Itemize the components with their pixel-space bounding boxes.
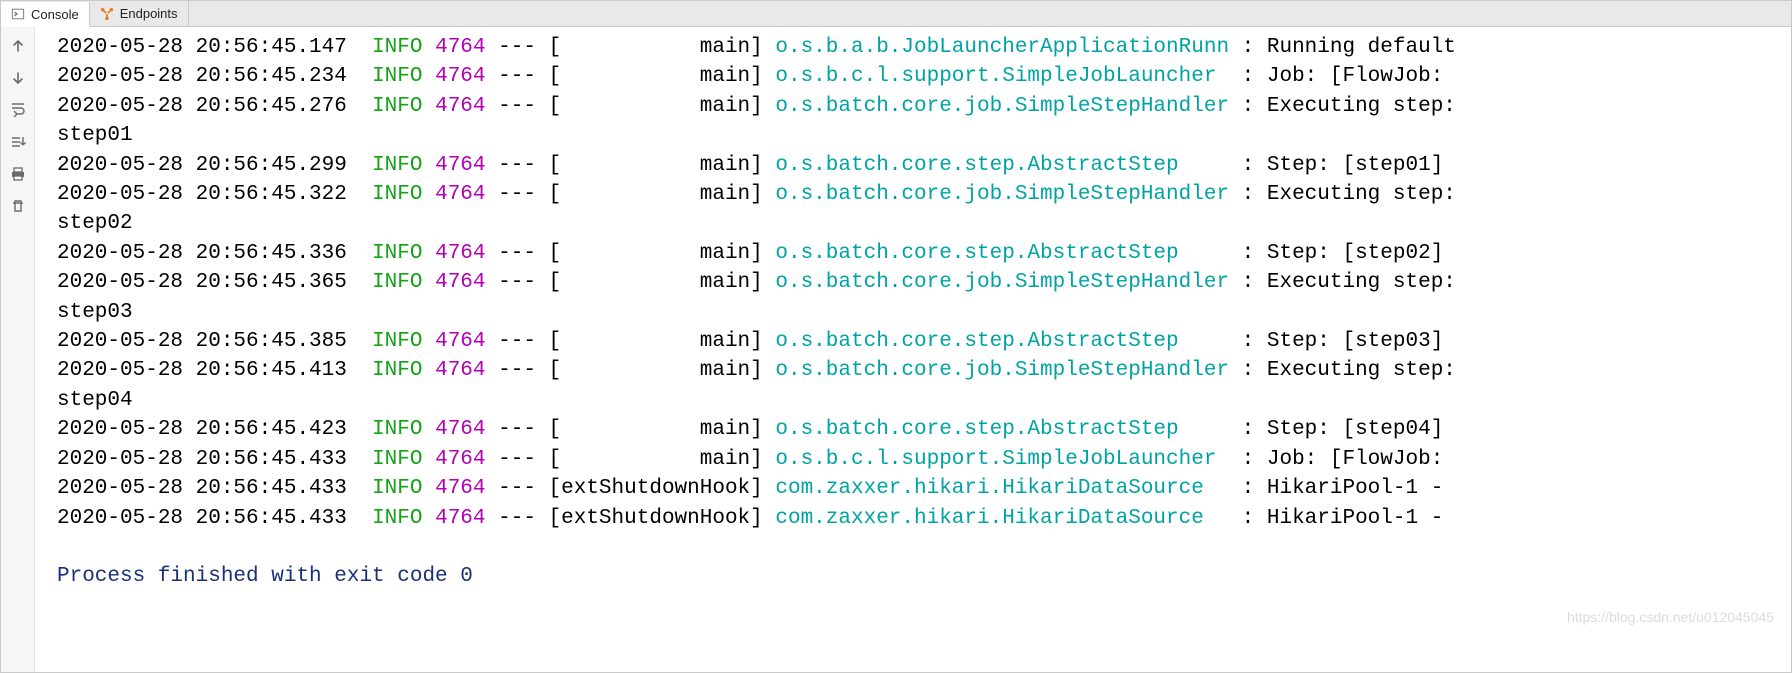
console-action-gutter [1, 27, 35, 672]
tab-console-label: Console [31, 7, 79, 22]
scroll-to-end-icon[interactable] [9, 133, 27, 151]
tab-console[interactable]: Console [1, 2, 90, 27]
scroll-up-icon[interactable] [9, 37, 27, 55]
tool-window-tabbar: Console Endpoints [1, 1, 1791, 27]
tab-endpoints[interactable]: Endpoints [90, 1, 189, 26]
tool-window-body: 2020-05-28 20:56:45.147 INFO 4764 --- [ … [1, 27, 1791, 672]
print-icon[interactable] [9, 165, 27, 183]
tab-endpoints-label: Endpoints [120, 6, 178, 21]
ide-run-tool-window: Console Endpoints [0, 0, 1792, 673]
soft-wrap-icon[interactable] [9, 101, 27, 119]
clear-all-icon[interactable] [9, 197, 27, 215]
console-icon [11, 7, 25, 21]
console-text: 2020-05-28 20:56:45.147 INFO 4764 --- [ … [57, 33, 1791, 592]
console-viewport[interactable]: 2020-05-28 20:56:45.147 INFO 4764 --- [ … [35, 27, 1791, 672]
scroll-down-icon[interactable] [9, 69, 27, 87]
endpoints-icon [100, 7, 114, 21]
